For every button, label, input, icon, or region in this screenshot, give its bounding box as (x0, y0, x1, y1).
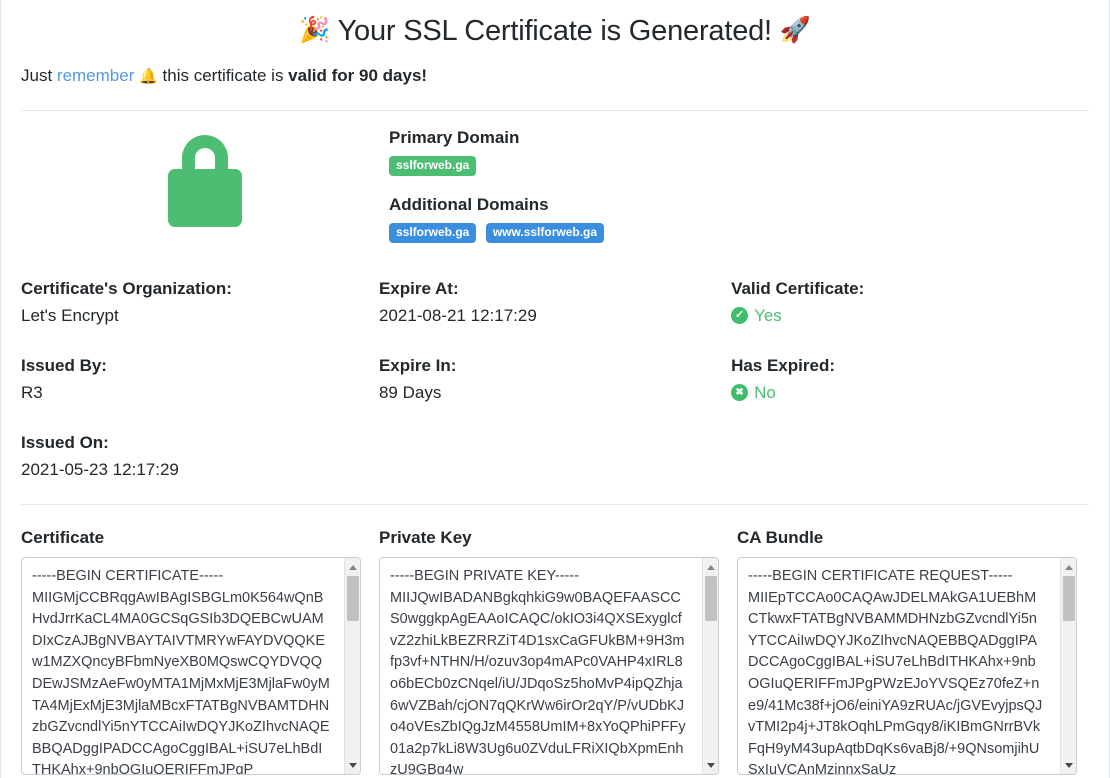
notice-prefix: Just (21, 66, 57, 85)
scrollbar-thumb[interactable] (705, 576, 717, 621)
private-key-block: Private Key -----BEGIN PRIVATE KEY----- … (379, 527, 719, 775)
primary-domain-badges: sslforweb.ga (389, 156, 751, 176)
times-circle-icon: ✖ (731, 384, 749, 401)
private-key-textarea[interactable]: -----BEGIN PRIVATE KEY----- MIIJQwIBADAN… (380, 558, 692, 774)
valid-certificate-value: Yes (754, 306, 782, 325)
ca-bundle-textarea[interactable]: -----BEGIN CERTIFICATE REQUEST----- MIIE… (738, 558, 1050, 774)
notice-middle: this certificate is (157, 66, 289, 85)
primary-domain-badge: sslforweb.ga (389, 156, 477, 176)
additional-domain-badge: sslforweb.ga (389, 223, 477, 243)
scroll-up-arrow-icon[interactable] (1061, 559, 1076, 575)
ca-bundle-block: CA Bundle -----BEGIN CERTIFICATE REQUEST… (737, 527, 1077, 775)
organization-group: Certificate's Organization: Let's Encryp… (21, 277, 379, 328)
scroll-up-arrow-icon[interactable] (345, 559, 360, 575)
valid-certificate-group: Valid Certificate: ✓ Yes (731, 277, 1089, 328)
scrollbar-thumb[interactable] (347, 576, 359, 621)
certificate-block: Certificate -----BEGIN CERTIFICATE----- … (21, 527, 361, 775)
rocket-icon: 🚀 (779, 16, 811, 44)
has-expired-value: No (754, 383, 776, 402)
issued-on-label: Issued On: (21, 433, 109, 452)
key-blocks: Certificate -----BEGIN CERTIFICATE----- … (21, 505, 1089, 775)
bell-icon: 🔔 (139, 68, 158, 85)
has-expired-group: Has Expired: ✖ No (731, 354, 1089, 405)
certificate-details: Certificate's Organization: Let's Encryp… (21, 243, 1089, 482)
expire-at-group: Expire At: 2021-08-21 12:17:29 (379, 277, 731, 328)
details-column-left: Certificate's Organization: Let's Encryp… (21, 277, 379, 482)
scroll-up-arrow-icon[interactable] (703, 559, 718, 575)
page-title-text: Your SSL Certificate is Generated! (337, 15, 773, 47)
issued-by-value: R3 (21, 383, 43, 402)
organization-value: Let's Encrypt (21, 306, 119, 325)
details-column-middle: Expire At: 2021-08-21 12:17:29 Expire In… (379, 277, 731, 482)
additional-domains-label: Additional Domains (389, 195, 549, 214)
ca-bundle-textarea-wrap[interactable]: -----BEGIN CERTIFICATE REQUEST----- MIIE… (737, 557, 1077, 775)
has-expired-label: Has Expired: (731, 356, 835, 375)
ssl-result-page: 🎉 Your SSL Certificate is Generated! 🚀 J… (0, 0, 1110, 778)
issued-on-value: 2021-05-23 12:17:29 (21, 460, 179, 479)
has-expired-status: ✖ No (731, 377, 1089, 405)
expire-in-group: Expire In: 89 Days (379, 354, 731, 405)
certificate-summary: Primary Domain sslforweb.ga Additional D… (21, 111, 1089, 243)
scroll-down-arrow-icon[interactable] (345, 757, 360, 773)
remember-link[interactable]: remember (57, 66, 134, 85)
issued-by-label: Issued By: (21, 356, 107, 375)
certificate-textarea-wrap[interactable]: -----BEGIN CERTIFICATE----- MIIGMjCCBRqg… (21, 557, 361, 775)
private-key-label: Private Key (379, 528, 472, 547)
valid-certificate-label: Valid Certificate: (731, 279, 865, 298)
ca-bundle-label: CA Bundle (737, 528, 824, 547)
expire-in-value: 89 Days (378, 383, 442, 402)
status-column (751, 127, 1089, 243)
additional-domain-badges: sslforweb.ga www.sslforweb.ga (389, 223, 751, 243)
scroll-down-arrow-icon[interactable] (1061, 757, 1076, 773)
private-key-scrollbar[interactable] (702, 558, 718, 774)
certificate-textarea[interactable]: -----BEGIN CERTIFICATE----- MIIGMjCCBRqg… (22, 558, 334, 774)
validity-notice: Just remember 🔔 this certificate is vali… (21, 49, 1089, 88)
lock-column (21, 127, 389, 243)
page-title: 🎉 Your SSL Certificate is Generated! 🚀 (21, 0, 1089, 49)
certificate-scrollbar[interactable] (344, 558, 360, 774)
private-key-textarea-wrap[interactable]: -----BEGIN PRIVATE KEY----- MIIJQwIBADAN… (379, 557, 719, 775)
padlock-icon (168, 135, 242, 227)
domains-column: Primary Domain sslforweb.ga Additional D… (389, 127, 751, 243)
expire-at-label: Expire At: (378, 279, 459, 298)
notice-bold: valid for 90 days! (288, 66, 428, 85)
party-popper-icon: 🎉 (299, 16, 331, 44)
expire-at-value: 2021-08-21 12:17:29 (378, 306, 537, 325)
details-column-right: Valid Certificate: ✓ Yes Has Expired: ✖ … (731, 277, 1089, 482)
issued-on-group: Issued On: 2021-05-23 12:17:29 (21, 431, 379, 482)
organization-label: Certificate's Organization: (21, 279, 232, 298)
additional-domain-badge: www.sslforweb.ga (485, 223, 605, 243)
issued-by-group: Issued By: R3 (21, 354, 379, 405)
check-circle-icon: ✓ (731, 307, 749, 324)
scroll-down-arrow-icon[interactable] (703, 757, 718, 773)
scrollbar-thumb[interactable] (1063, 576, 1075, 621)
certificate-label: Certificate (21, 528, 105, 547)
ca-bundle-scrollbar[interactable] (1060, 558, 1076, 774)
valid-certificate-status: ✓ Yes (731, 300, 1089, 328)
expire-in-label: Expire In: (378, 356, 457, 375)
primary-domain-label: Primary Domain (389, 128, 520, 147)
